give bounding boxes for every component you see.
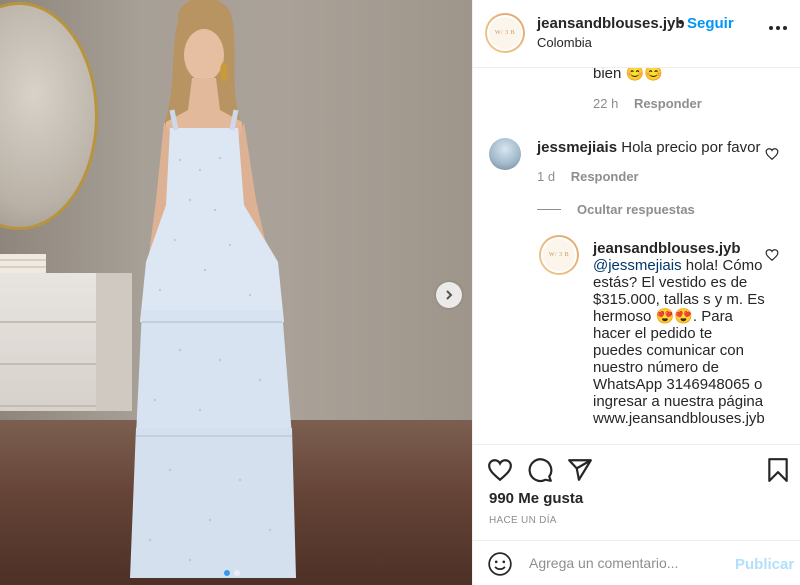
reply-button[interactable]: Responder [571, 169, 639, 184]
chevron-right-icon [446, 290, 453, 300]
more-options-icon[interactable] [769, 26, 787, 30]
share-icon[interactable] [567, 457, 593, 483]
comment-time: 1 d [537, 169, 556, 184]
post-photo[interactable] [0, 0, 472, 585]
commenter-username[interactable]: jessmejiais [537, 139, 617, 156]
comment-input[interactable] [529, 555, 719, 571]
comment-text-tail: bien 😊😊 [593, 68, 663, 82]
reply-button[interactable]: Responder [634, 96, 702, 111]
likes-count[interactable]: 990 Me gusta [489, 490, 583, 507]
reply-author-avatar[interactable]: W/ 3 B [539, 235, 579, 275]
post-header: W/ 3 B jeansandblouses.jyb • Seguir Colo… [473, 0, 800, 68]
follow-button[interactable]: Seguir [687, 15, 734, 32]
comment-meta: 22 h Responder [593, 96, 702, 111]
post-location[interactable]: Colombia [537, 35, 592, 50]
replies-divider [537, 209, 561, 210]
reply-text: hola! Cómo estás? El vestido es de $315.… [593, 257, 765, 427]
author-username[interactable]: jeansandblouses.jyb [537, 15, 685, 32]
author-avatar[interactable]: W/ 3 B [485, 13, 525, 53]
reply-username[interactable]: jeansandblouses.jyb [593, 240, 765, 257]
hide-replies-button[interactable]: Ocultar respuestas [577, 202, 695, 217]
photo-books [0, 254, 46, 274]
bookmark-icon[interactable] [765, 457, 791, 483]
avatar-logo-text: W/ 3 B [541, 237, 577, 273]
photo-woman-in-dress [130, 0, 296, 578]
carousel-dot [234, 570, 240, 576]
reply-mention[interactable]: @jessmejiais [593, 257, 682, 274]
comment-composer: Publicar [473, 540, 800, 585]
heart-icon[interactable] [487, 457, 513, 483]
comment-text: Hola precio por favor [621, 139, 761, 156]
photo-cabinet [0, 273, 132, 411]
post-timestamp[interactable]: HACE UN DÍA [489, 515, 557, 526]
commenter-avatar[interactable] [489, 138, 521, 170]
carousel-indicator [224, 570, 240, 576]
next-slide-button[interactable] [436, 282, 462, 308]
post-actions: 990 Me gusta HACE UN DÍA [473, 444, 800, 540]
like-comment-heart-icon[interactable] [765, 147, 779, 161]
separator-dot: • [678, 14, 684, 31]
emoji-icon[interactable] [487, 551, 513, 577]
post-side-panel: W/ 3 B jeansandblouses.jyb • Seguir Colo… [472, 0, 800, 585]
like-reply-heart-icon[interactable] [765, 248, 779, 262]
comment-item: jessmejiais Hola precio por favor [537, 139, 767, 156]
comment-icon[interactable] [527, 457, 553, 483]
comment-time: 22 h [593, 96, 619, 111]
reply-item: jeansandblouses.jyb @jessmejiais hola! C… [593, 240, 765, 427]
avatar-logo-text: W/ 3 B [487, 15, 523, 51]
publish-button[interactable]: Publicar [735, 556, 794, 573]
carousel-dot-active [224, 570, 230, 576]
comment-meta: 1 d Responder [537, 169, 639, 184]
comments-list[interactable]: bien 😊😊 22 h Responder jessmejiais Hola … [473, 68, 800, 444]
